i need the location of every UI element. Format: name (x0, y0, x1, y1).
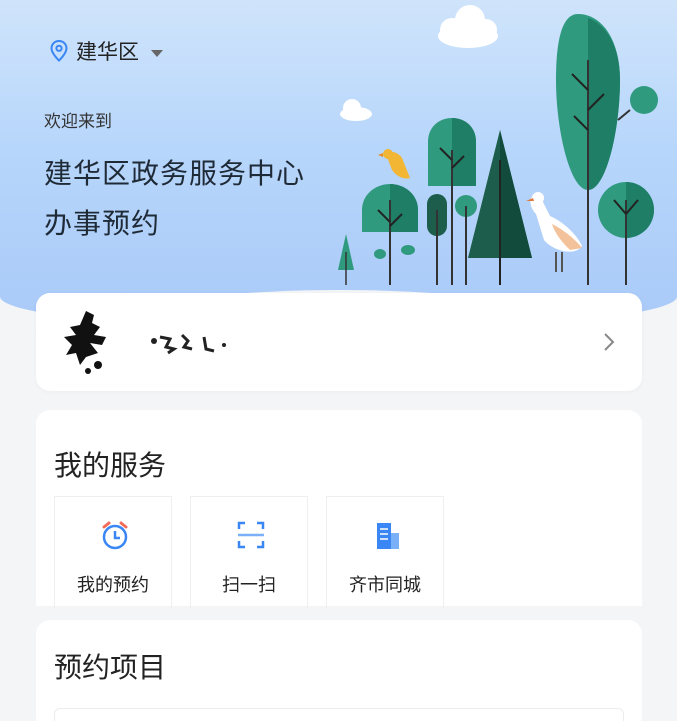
user-name-redacted (151, 333, 226, 355)
services-grid: 我的预约 扫一扫 齐市同城 (54, 496, 462, 608)
round-tree-icon (630, 86, 658, 114)
section-title-projects: 预约项目 (54, 651, 167, 684)
bird-icon (378, 149, 410, 179)
left-tree-icon (362, 184, 418, 285)
header-banner: 建华区 欢迎来到 建华区政务服务中心 办事预约 (0, 0, 677, 330)
service-label: 我的预约 (77, 575, 149, 596)
pill-tree-icon (427, 194, 447, 285)
pine-tree-icon (468, 130, 532, 285)
service-qishi-city[interactable]: 齐市同城 (326, 496, 444, 608)
page-subtitle: 办事预约 (44, 207, 161, 240)
crane-icon (526, 192, 582, 272)
section-title-services: 我的服务 (54, 449, 167, 482)
welcome-text: 欢迎来到 (44, 112, 112, 132)
small-cloud-icon (340, 99, 372, 121)
appointment-projects-card: 预约项目 (36, 620, 642, 721)
alarm-clock-icon (102, 521, 128, 550)
building-icon (377, 523, 399, 549)
project-list-item[interactable] (54, 708, 624, 721)
location-pin-icon (50, 40, 68, 62)
round-tree-icon (598, 182, 654, 285)
forest-illustration (338, 5, 658, 285)
my-services-card: 我的服务 我的预约 扫一扫 齐市同城 (36, 410, 642, 608)
service-label: 齐市同城 (349, 575, 421, 596)
location-label: 建华区 (76, 40, 139, 64)
user-info-card[interactable] (36, 293, 642, 391)
service-scan[interactable]: 扫一扫 (190, 496, 308, 608)
page-title: 建华区政务服务中心 (44, 157, 306, 190)
service-label: 扫一扫 (222, 575, 276, 596)
avatar-icon (64, 311, 106, 374)
service-my-appointments[interactable]: 我的预约 (54, 496, 172, 608)
chevron-right-icon (604, 333, 615, 351)
scan-icon (237, 521, 265, 549)
location-selector[interactable]: 建华区 (50, 36, 163, 66)
chevron-down-icon (151, 49, 163, 57)
cloud-icon (438, 5, 498, 48)
